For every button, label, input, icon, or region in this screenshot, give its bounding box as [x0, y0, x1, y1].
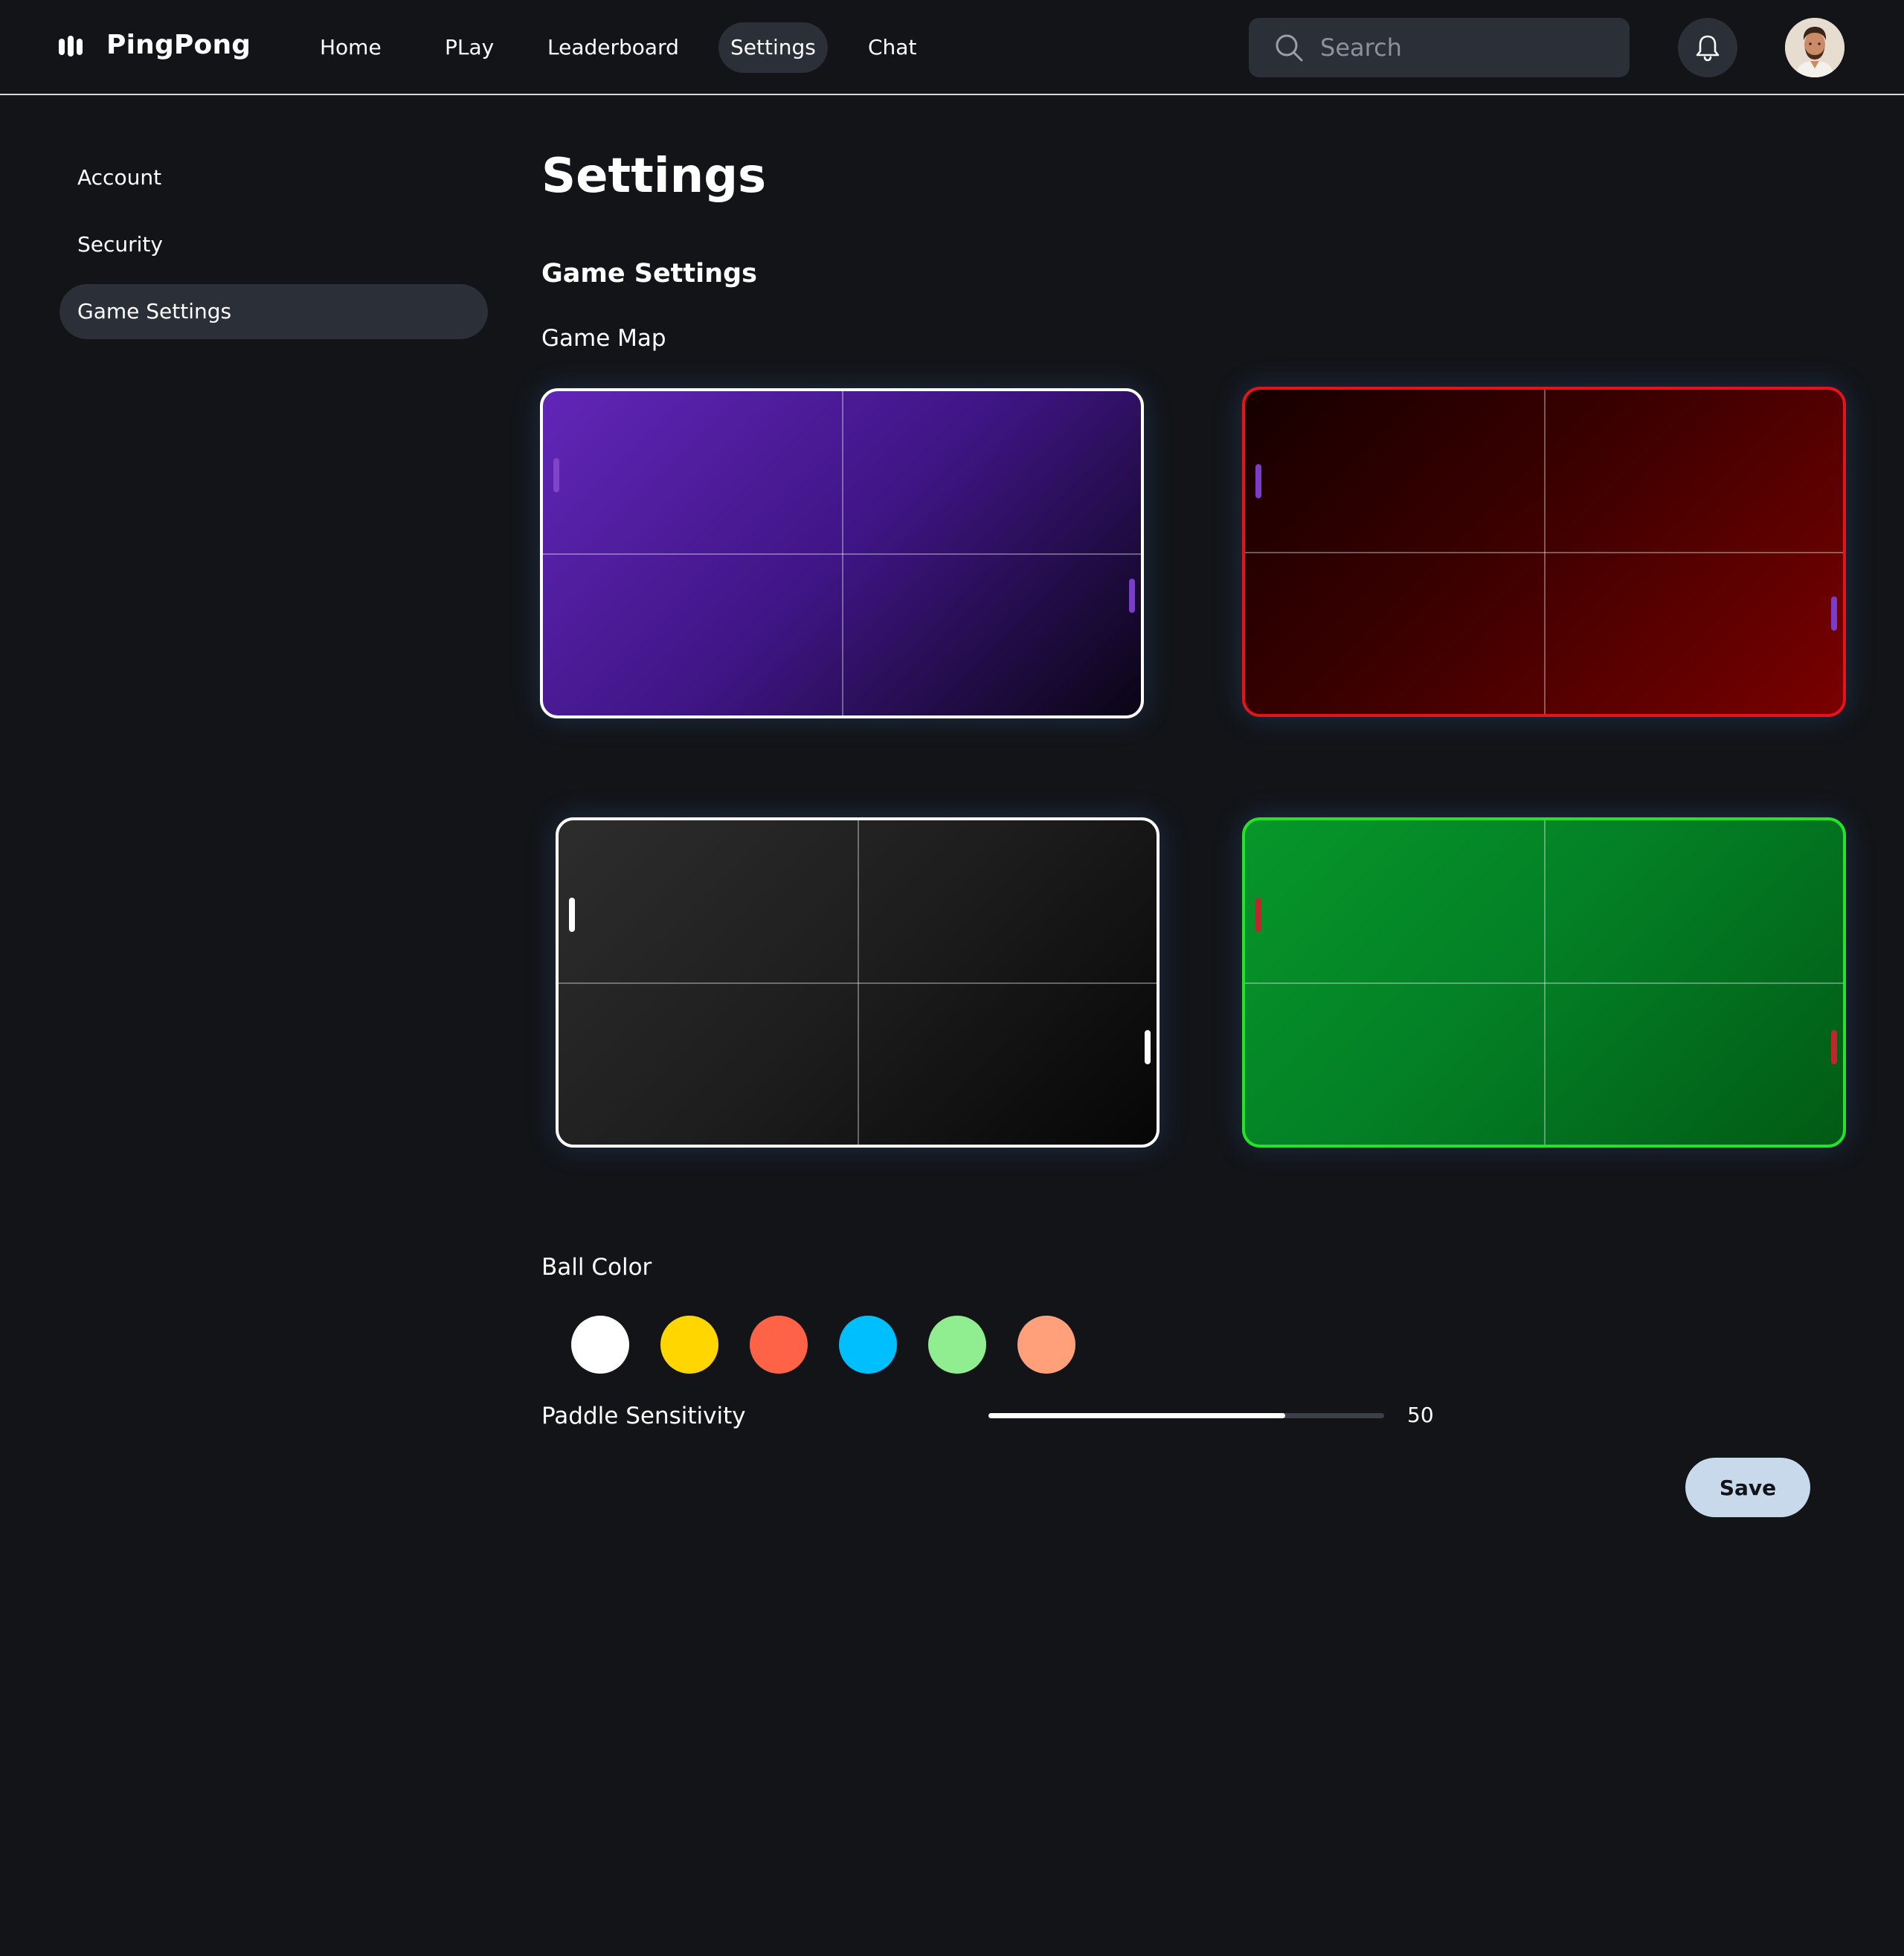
game-map-option-dark[interactable] — [556, 817, 1160, 1148]
left-paddle — [553, 458, 559, 492]
nav-leaderboard[interactable]: Leaderboard — [536, 22, 691, 73]
ball-color-swatch-green[interactable] — [928, 1316, 986, 1374]
map-mid-line — [1245, 982, 1843, 984]
ball-color-swatch-blue[interactable] — [839, 1316, 897, 1374]
search-icon — [1276, 34, 1303, 62]
nav-play[interactable]: PLay — [433, 22, 506, 73]
game-map-label: Game Map — [541, 325, 666, 352]
sidebar-item-security[interactable]: Security — [60, 217, 488, 272]
pingpong-logo-icon[interactable] — [58, 33, 83, 59]
paddle-sensitivity-label: Paddle Sensitivity — [541, 1403, 746, 1429]
paddle-sensitivity-slider[interactable] — [988, 1413, 1384, 1418]
notifications-button[interactable] — [1678, 18, 1737, 77]
left-paddle — [1255, 898, 1261, 932]
map-mid-line — [543, 553, 1141, 555]
search-input[interactable] — [1320, 18, 1615, 77]
section-title: Game Settings — [541, 259, 757, 289]
ball-color-swatch-salmon[interactable] — [1017, 1316, 1075, 1374]
app-brand-name[interactable]: PingPong — [106, 30, 251, 60]
sidebar-item-game-settings[interactable]: Game Settings — [60, 284, 488, 339]
game-map-option-green[interactable] — [1242, 817, 1846, 1148]
save-button[interactable]: Save — [1685, 1458, 1810, 1517]
search-bar[interactable] — [1249, 18, 1630, 77]
nav-chat[interactable]: Chat — [856, 22, 928, 73]
game-map-option-purple[interactable] — [540, 388, 1144, 718]
map-mid-line — [1245, 552, 1843, 553]
right-paddle — [1145, 1030, 1151, 1064]
left-paddle — [1255, 464, 1261, 498]
page-title: Settings — [541, 149, 767, 204]
nav-home[interactable]: Home — [308, 22, 393, 73]
nav-settings[interactable]: Settings — [718, 22, 828, 73]
ball-color-swatch-white[interactable] — [571, 1316, 629, 1374]
paddle-sensitivity-value: 50 — [1407, 1403, 1434, 1427]
slider-fill — [988, 1413, 1285, 1418]
avatar-image — [1785, 18, 1844, 77]
ball-color-swatch-yellow[interactable] — [660, 1316, 718, 1374]
ball-color-swatch-tomato[interactable] — [750, 1316, 808, 1374]
top-navbar: PingPong Home PLay Leaderboard Settings … — [0, 0, 1904, 95]
right-paddle — [1831, 596, 1837, 631]
map-mid-line — [559, 982, 1157, 984]
sidebar-item-account[interactable]: Account — [60, 150, 488, 205]
left-paddle — [569, 898, 575, 932]
right-paddle — [1129, 579, 1135, 613]
game-map-option-red[interactable] — [1242, 387, 1846, 717]
ball-color-label: Ball Color — [541, 1254, 652, 1281]
bell-icon — [1696, 35, 1720, 62]
user-avatar[interactable] — [1785, 18, 1844, 77]
right-paddle — [1831, 1030, 1837, 1064]
